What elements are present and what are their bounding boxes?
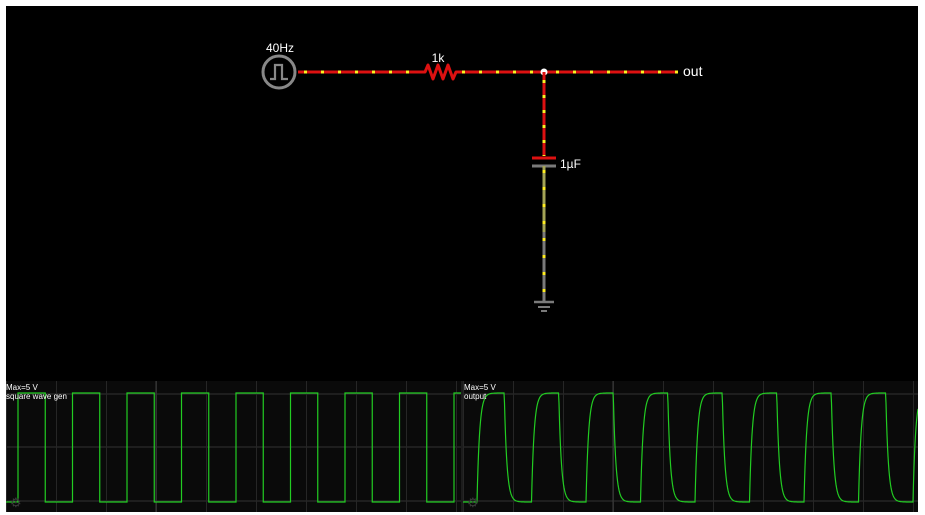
source-frequency-label: 40Hz <box>266 41 294 55</box>
scope-max-label: Max=5 V <box>6 383 38 392</box>
square-wave-source-icon[interactable]: 40Hz <box>261 41 297 90</box>
scope-max-label: Max=5 V <box>464 383 496 392</box>
gear-icon[interactable]: ⚙ <box>10 496 22 509</box>
circuit-canvas[interactable]: 1k out 1µF 40Hz <box>6 6 918 380</box>
capacitor[interactable]: 1µF <box>532 156 581 171</box>
capacitor-label: 1µF <box>560 157 581 171</box>
resistor-label: 1k <box>432 51 446 65</box>
output-label[interactable]: out <box>683 63 703 79</box>
scope-name-label: square wave gen <box>6 392 67 401</box>
scope-grid <box>6 381 461 512</box>
scope-square-wave-gen[interactable]: Max=5 V square wave gen ⚙ <box>6 381 461 512</box>
scope-output[interactable]: Max=5 V output ⚙ <box>463 381 918 512</box>
resistor[interactable]: 1k <box>422 51 458 81</box>
scope-plot[interactable] <box>463 381 918 512</box>
circuit-simulator: 1k out 1µF 40Hz Max=5 V square wave gen … <box>6 6 918 512</box>
scope-name-label: output <box>464 392 487 401</box>
ground-icon[interactable] <box>534 300 554 312</box>
gear-icon[interactable]: ⚙ <box>467 496 479 509</box>
scope-plot[interactable] <box>6 381 461 512</box>
